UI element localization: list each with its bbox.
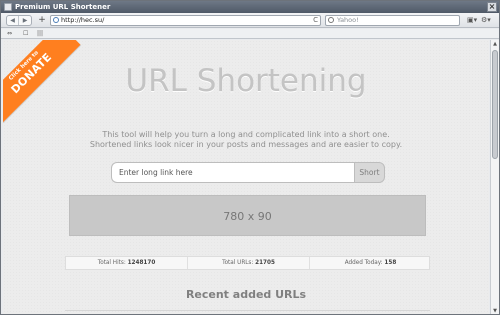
added-today: Added Today: 158: [310, 257, 431, 269]
total-urls: Total URLs: 21705: [188, 257, 310, 269]
address-url: http://hec.su/: [61, 16, 105, 24]
navigation-buttons: ◀ ▶: [6, 15, 32, 26]
close-icon[interactable]: ×: [487, 2, 497, 12]
browser-window: Premium URL Shortener × ◀ ▶ + http://hec…: [0, 0, 500, 315]
grid-icon[interactable]: |||: [37, 31, 43, 37]
recent-urls-table: [65, 310, 430, 314]
vertical-scrollbar[interactable]: ▲ ▼: [490, 40, 499, 314]
stats-bar: Total Hits: 1248170 Total URLs: 21705 Ad…: [65, 256, 430, 270]
scroll-up-icon[interactable]: ▲: [491, 40, 499, 48]
app-icon: [4, 3, 12, 11]
secondary-toolbar: ⇔ ☐ |||: [1, 29, 499, 39]
scrollbar-thumb[interactable]: [492, 50, 498, 159]
new-tab-icon[interactable]: +: [36, 15, 48, 26]
description-line-2: Shortened links look nicer in your posts…: [89, 140, 403, 149]
browser-toolbar: ◀ ▶ + http://hec.su/ C Yahoo! ▣▾ ⚙▾: [1, 13, 499, 28]
ad-banner: 780 x 90: [69, 195, 426, 236]
long-link-input[interactable]: Enter long link here: [111, 162, 354, 183]
panel-icon[interactable]: ☐: [23, 31, 28, 37]
search-icon: [328, 17, 334, 23]
total-hits-label: Total Hits:: [97, 260, 126, 266]
search-placeholder: Yahoo!: [337, 16, 359, 24]
globe-icon: [53, 17, 59, 23]
forward-icon[interactable]: ▶: [19, 16, 31, 25]
back-icon[interactable]: ◀: [7, 16, 19, 25]
resize-icon[interactable]: ⇔: [7, 31, 12, 37]
description-line-1: This tool will help you turn a long and …: [102, 130, 390, 139]
window-title: Premium URL Shortener: [15, 3, 111, 11]
total-hits-value: 1248170: [127, 260, 156, 266]
recent-urls-title: Recent added URLs: [185, 288, 307, 301]
window-titlebar: Premium URL Shortener ×: [1, 1, 499, 13]
page-menu-icon[interactable]: ▣▾: [467, 16, 477, 24]
added-today-label: Added Today:: [344, 260, 383, 266]
settings-icon[interactable]: ⚙▾: [481, 16, 491, 24]
address-bar[interactable]: http://hec.su/ C: [50, 15, 321, 26]
short-button[interactable]: Short: [354, 162, 385, 183]
added-today-value: 158: [384, 260, 397, 266]
page-title: URL Shortening: [125, 63, 367, 99]
total-urls-value: 21705: [255, 260, 275, 266]
total-hits: Total Hits: 1248170: [66, 257, 188, 269]
total-urls-label: Total URLs:: [222, 260, 254, 266]
search-bar[interactable]: Yahoo!: [325, 15, 460, 26]
reload-icon[interactable]: C: [313, 16, 318, 25]
page-description: This tool will help you turn a long and …: [23, 130, 469, 150]
page-content: Click here to DONATE URL Shortening This…: [3, 40, 489, 314]
scroll-down-icon[interactable]: ▼: [491, 307, 499, 314]
